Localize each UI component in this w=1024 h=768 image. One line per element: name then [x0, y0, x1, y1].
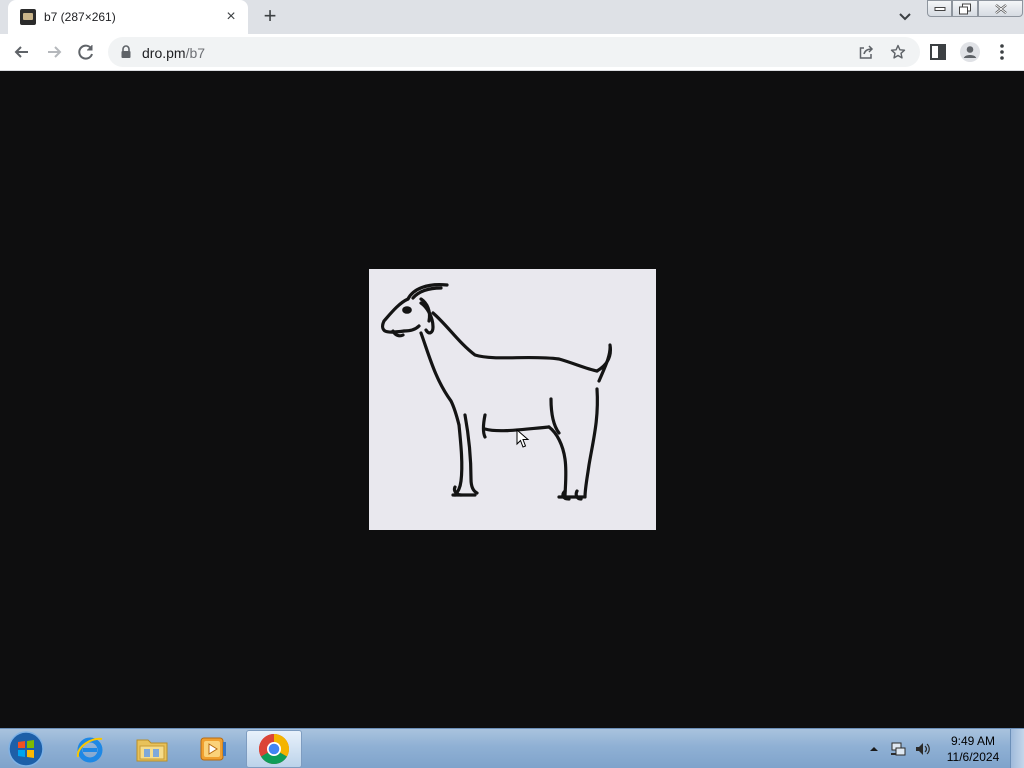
show-hidden-icons-icon[interactable]	[866, 741, 882, 757]
back-icon[interactable]	[12, 42, 32, 62]
image-thumbnail-icon	[20, 9, 36, 25]
internet-explorer-icon	[76, 737, 103, 763]
lock-icon[interactable]	[120, 45, 132, 59]
clock-date: 11/6/2024	[946, 750, 1000, 764]
address-bar[interactable]: dro.pm/b7	[108, 37, 920, 67]
restore-button[interactable]	[952, 0, 978, 17]
start-orb-icon[interactable]	[6, 730, 46, 768]
taskbar: 9:49 AM 11/6/2024	[0, 728, 1024, 768]
show-desktop-button[interactable]	[1010, 729, 1024, 768]
browser-tab[interactable]: b7 (287×261) ×	[8, 0, 248, 34]
browser-toolbar: dro.pm/b7	[0, 34, 1024, 71]
network-icon[interactable]	[890, 741, 906, 757]
tab-strip: b7 (287×261) × +	[0, 0, 1024, 34]
star-icon[interactable]	[890, 44, 906, 60]
volume-icon[interactable]	[914, 741, 930, 757]
media-player-button[interactable]	[185, 730, 241, 768]
image-viewer	[0, 71, 1024, 728]
reload-icon[interactable]	[76, 42, 96, 62]
mouse-cursor-icon	[516, 429, 530, 448]
minimize-button[interactable]	[927, 0, 952, 17]
url-host: dro.pm	[142, 45, 186, 61]
profile-icon[interactable]	[960, 42, 980, 62]
url-text[interactable]: dro.pm/b7	[142, 45, 205, 61]
file-explorer-button[interactable]	[124, 730, 180, 768]
url-path: /b7	[185, 45, 206, 61]
new-tab-button[interactable]: +	[258, 5, 282, 29]
window-controls	[927, 0, 1023, 18]
menu-icon[interactable]	[992, 42, 1012, 62]
goat-drawing-image[interactable]	[369, 269, 656, 530]
tab-search-chevron-icon[interactable]	[895, 8, 915, 26]
close-window-button[interactable]	[978, 0, 1023, 17]
share-icon[interactable]	[858, 44, 874, 60]
clock-time: 9:49 AM	[950, 734, 996, 748]
tab-close-icon[interactable]: ×	[222, 8, 240, 26]
chrome-button[interactable]	[246, 730, 302, 768]
side-panel-icon[interactable]	[928, 42, 948, 62]
file-explorer-icon	[136, 739, 168, 762]
media-player-icon	[200, 737, 226, 761]
chrome-icon	[258, 734, 290, 765]
internet-explorer-button[interactable]	[62, 730, 118, 768]
tab-title: b7 (287×261)	[44, 10, 116, 24]
system-clock[interactable]: 9:49 AM 11/6/2024	[940, 733, 1006, 765]
forward-icon[interactable]	[44, 42, 64, 62]
